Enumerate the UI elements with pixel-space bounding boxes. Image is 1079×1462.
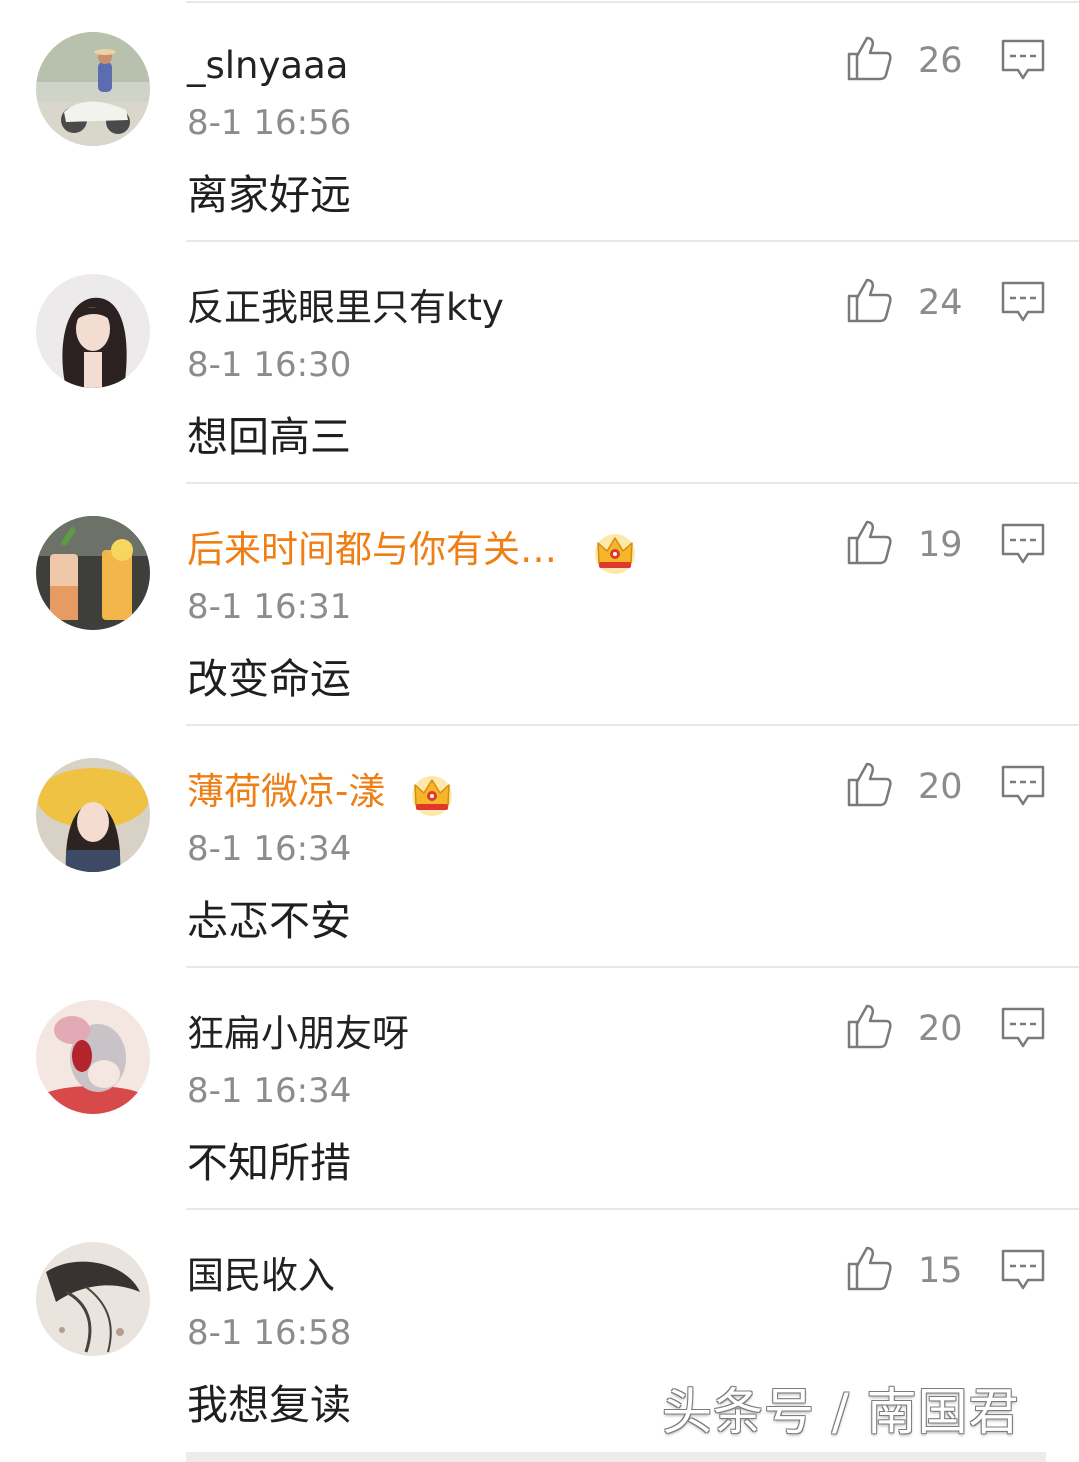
comment-item: 后来时间都与你有关… 8-1 16:31 改变命运 19 xyxy=(0,484,1079,726)
username[interactable]: 反正我眼里只有kty xyxy=(187,282,504,334)
avatar[interactable] xyxy=(36,274,150,388)
comment-item: 反正我眼里只有kty 8-1 16:30 想回高三 24 xyxy=(0,242,1079,484)
comment-bubble-icon[interactable] xyxy=(1000,522,1046,566)
like-count: 20 xyxy=(918,767,963,807)
timestamp: 8-1 16:56 xyxy=(187,103,352,143)
username[interactable]: 后来时间都与你有关… xyxy=(187,524,557,576)
like-count: 19 xyxy=(918,525,963,565)
comment-bubble-icon[interactable] xyxy=(1000,280,1046,324)
comment-text: 我想复读 xyxy=(187,1381,351,1429)
thumbs-up-icon[interactable] xyxy=(845,1002,893,1050)
avatar[interactable] xyxy=(36,516,150,630)
timestamp: 8-1 16:30 xyxy=(187,345,352,385)
avatar[interactable] xyxy=(36,758,150,872)
like-count: 26 xyxy=(918,41,963,81)
thumbs-up-icon[interactable] xyxy=(845,276,893,324)
timestamp: 8-1 16:31 xyxy=(187,587,352,627)
username[interactable]: 薄荷微凉-漾 xyxy=(187,766,385,818)
comment-item: 狂扁小朋友呀 8-1 16:34 不知所措 20 xyxy=(0,968,1079,1210)
comment-item: 薄荷微凉-漾 8-1 16:34 忐忑不安 20 xyxy=(0,726,1079,968)
comment-bubble-icon[interactable] xyxy=(1000,764,1046,808)
comment-bubble-icon[interactable] xyxy=(1000,38,1046,82)
timestamp: 8-1 16:58 xyxy=(187,1313,352,1353)
timestamp: 8-1 16:34 xyxy=(187,1071,352,1111)
avatar[interactable] xyxy=(36,32,150,146)
thumbs-up-icon[interactable] xyxy=(845,34,893,82)
crown-icon xyxy=(595,534,635,574)
like-count: 15 xyxy=(918,1251,963,1291)
comment-bubble-icon[interactable] xyxy=(1000,1248,1046,1292)
comment-item: _slnyaaa 8-1 16:56 离家好远 26 xyxy=(0,0,1079,242)
username[interactable]: 狂扁小朋友呀 xyxy=(187,1008,409,1060)
avatar[interactable] xyxy=(36,1242,150,1356)
comment-bubble-icon[interactable] xyxy=(1000,1006,1046,1050)
comment-text: 不知所措 xyxy=(187,1139,351,1187)
like-count: 24 xyxy=(918,283,963,323)
comment-text: 离家好远 xyxy=(187,171,351,219)
thumbs-up-icon[interactable] xyxy=(845,1244,893,1292)
thumbs-up-icon[interactable] xyxy=(845,518,893,566)
bottom-bar xyxy=(186,1452,1046,1462)
avatar[interactable] xyxy=(36,1000,150,1114)
comment-text: 想回高三 xyxy=(187,413,351,461)
watermark: 头条号 / 南国君 xyxy=(662,1383,1020,1441)
timestamp: 8-1 16:34 xyxy=(187,829,352,869)
username[interactable]: _slnyaaa xyxy=(187,40,348,92)
thumbs-up-icon[interactable] xyxy=(845,760,893,808)
comment-text: 忐忑不安 xyxy=(187,897,351,945)
comment-text: 改变命运 xyxy=(187,655,351,703)
username[interactable]: 国民收入 xyxy=(187,1250,335,1302)
like-count: 20 xyxy=(918,1009,963,1049)
crown-icon xyxy=(412,776,452,816)
